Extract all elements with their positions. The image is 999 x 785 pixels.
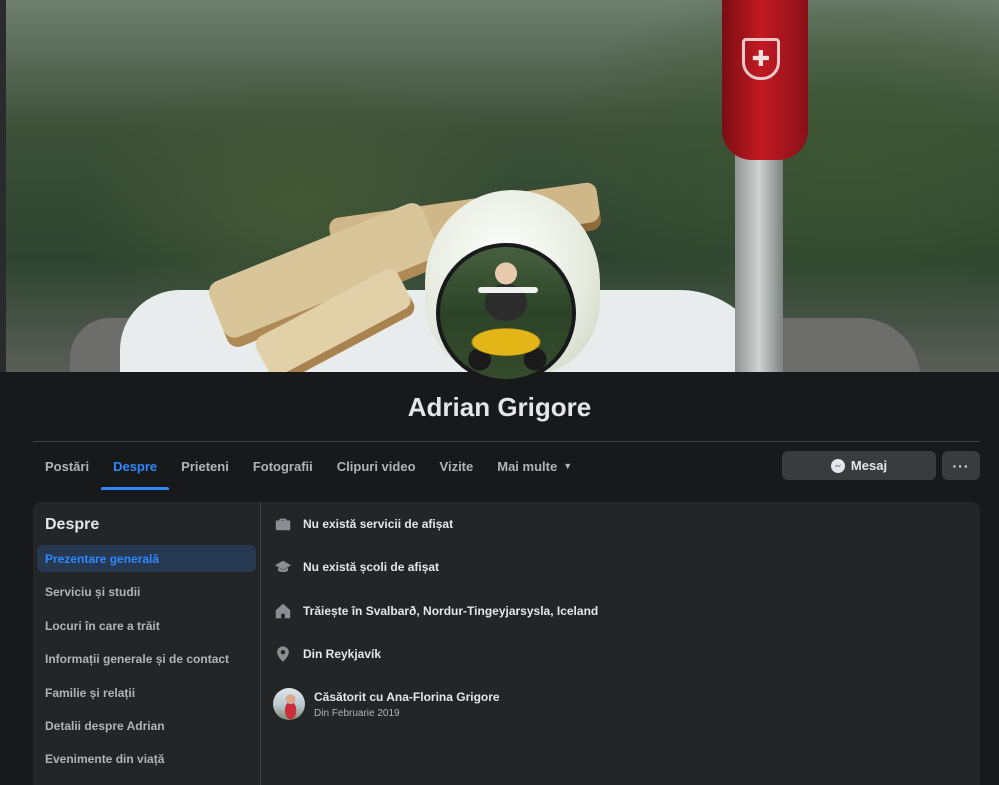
swiss-cross-icon: ✚ xyxy=(742,38,780,80)
message-button[interactable]: Mesaj xyxy=(782,451,936,480)
overview-work: Nu există servicii de afișat xyxy=(273,514,453,534)
sidebar-item-places-lived[interactable]: Locuri în care a trăit xyxy=(37,612,256,639)
sidebar-item-family[interactable]: Familie și relații xyxy=(37,679,256,706)
spouse-avatar[interactable] xyxy=(273,688,305,720)
messenger-icon xyxy=(830,458,845,473)
about-title: Despre xyxy=(45,516,100,533)
tab-label: Despre xyxy=(113,458,158,474)
cover-knife-handle xyxy=(722,0,808,160)
tab-videos[interactable]: Clipuri video xyxy=(325,442,428,490)
briefcase-icon xyxy=(273,514,293,534)
tab-label: Prieteni xyxy=(181,458,229,474)
overview-text: Nu există școli de afișat xyxy=(303,560,440,574)
sidebar-item-life-events[interactable]: Evenimente din viață xyxy=(37,745,256,772)
sidebar-item-label: Informații generale și de contact xyxy=(45,651,230,666)
profile-tabs: Postări Despre Prieteni Fotografii Clipu… xyxy=(33,442,584,490)
location-pin-icon xyxy=(273,644,293,664)
tab-label: Vizite xyxy=(439,458,474,474)
sidebar-item-contact-info[interactable]: Informații generale și de contact xyxy=(37,645,256,672)
sidebar-item-label: Locuri în care a trăit xyxy=(45,618,160,633)
tab-posts[interactable]: Postări xyxy=(33,442,101,490)
profile-page: ✚ Adrian Grigore Postări Despre Prieteni… xyxy=(0,0,999,785)
overview-text: Din Reykjavík xyxy=(303,647,382,661)
sidebar-item-label: Prezentare generală xyxy=(45,551,160,566)
overview-relationship: Căsătorit cu Ana-Florina Grigore Din Feb… xyxy=(273,688,500,720)
tab-label: Clipuri video xyxy=(336,458,416,474)
home-icon xyxy=(273,601,293,621)
overview-text: Trăiește în Svalbarð, Nordur-Tingeyjarsy… xyxy=(303,604,599,618)
overview-text: Nu există servicii de afișat xyxy=(303,517,454,531)
overview-from: Din Reykjavík xyxy=(273,644,381,664)
caret-down-icon: ▼ xyxy=(563,461,573,471)
about-sidebar: Despre Prezentare generală Serviciu și s… xyxy=(33,502,261,785)
relationship-text-block: Căsătorit cu Ana-Florina Grigore Din Feb… xyxy=(314,688,500,719)
avatar-figure xyxy=(478,287,538,293)
tab-check-ins[interactable]: Vizite xyxy=(428,442,486,490)
about-card: Despre Prezentare generală Serviciu și s… xyxy=(33,502,980,785)
cover-edge xyxy=(0,0,6,372)
sidebar-item-work-education[interactable]: Serviciu și studii xyxy=(37,578,256,605)
sidebar-item-label: Familie și relații xyxy=(45,685,136,700)
overview-lives-in: Trăiește în Svalbarð, Nordur-Tingeyjarsy… xyxy=(273,601,598,621)
cover-knife-blade xyxy=(735,150,783,372)
relationship-text[interactable]: Căsătorit cu Ana-Florina Grigore xyxy=(314,690,500,704)
tab-about[interactable]: Despre xyxy=(101,442,170,490)
profile-avatar[interactable] xyxy=(436,243,576,383)
sidebar-item-label: Detalii despre Adrian xyxy=(45,718,165,733)
sidebar-item-label: Serviciu și studii xyxy=(45,584,141,599)
tab-more[interactable]: Mai multe ▼ xyxy=(485,442,584,490)
relationship-since: Din Februarie 2019 xyxy=(314,708,400,719)
tab-photos[interactable]: Fotografii xyxy=(241,442,325,490)
tab-label: Fotografii xyxy=(252,458,313,474)
sidebar-item-label: Evenimente din viață xyxy=(45,751,165,766)
profile-name: Adrian Grigore xyxy=(407,392,592,422)
tab-label: Postări xyxy=(45,458,90,474)
overview-education: Nu există școli de afișat xyxy=(273,557,439,577)
tab-friends[interactable]: Prieteni xyxy=(169,442,241,490)
more-options-button[interactable]: ··· xyxy=(942,451,980,480)
sidebar-item-overview[interactable]: Prezentare generală xyxy=(37,545,256,572)
graduation-cap-icon xyxy=(273,557,293,577)
sidebar-item-details[interactable]: Detalii despre Adrian xyxy=(37,712,256,739)
tab-label: Mai multe xyxy=(497,458,558,474)
message-label: Mesaj xyxy=(850,458,888,473)
more-label: ··· xyxy=(952,457,970,474)
